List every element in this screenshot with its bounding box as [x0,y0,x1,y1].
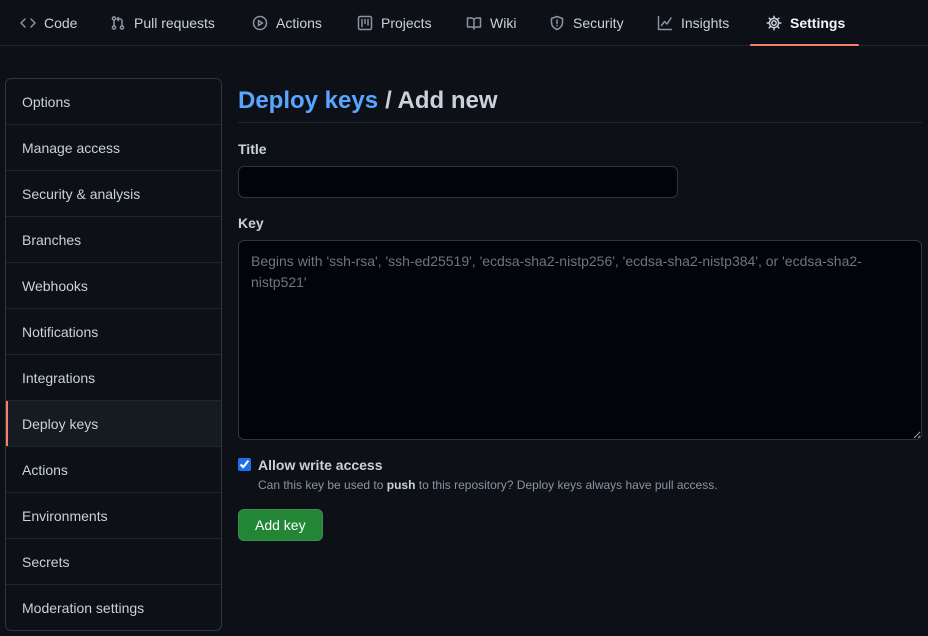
key-label: Key [238,215,264,231]
tab-label: Actions [276,15,322,31]
tab-label: Projects [381,15,432,31]
book-icon [466,17,482,30]
play-icon [252,15,268,31]
page-title-suffix: / Add new [385,87,498,114]
shield-icon [550,15,564,31]
title-label: Title [238,141,267,157]
sidebar-item-manage-access[interactable]: Manage access [6,124,221,170]
allow-write-checkbox[interactable] [238,458,251,471]
pull-request-icon [111,16,125,30]
tab-projects[interactable]: Projects [349,0,440,46]
sidebar-item-security-analysis[interactable]: Security & analysis [6,170,221,216]
tab-label: Settings [790,15,846,31]
graph-icon [657,15,673,31]
sidebar-item-branches[interactable]: Branches [6,216,221,262]
tab-security[interactable]: Security [541,0,632,46]
page-title: Deploy keys / Add new [238,78,922,123]
tab-wiki[interactable]: Wiki [458,0,524,46]
key-textarea[interactable] [238,240,922,440]
sidebar-item-actions[interactable]: Actions [6,446,221,492]
code-icon [20,18,36,28]
sidebar-item-notifications[interactable]: Notifications [6,308,221,354]
sidebar-item-deploy-keys[interactable]: Deploy keys [6,400,221,446]
sidebar-item-webhooks[interactable]: Webhooks [6,262,221,308]
sidebar-item-options[interactable]: Options [6,79,221,124]
note-text-end: to this repository? Deploy keys always h… [415,478,718,492]
tab-label: Insights [681,15,730,31]
settings-sidebar: Options Manage access Security & analysi… [5,78,222,631]
sidebar-item-environments[interactable]: Environments [6,492,221,538]
write-access-note: Can this key be used to push to this rep… [258,478,718,492]
tab-label: Security [573,15,624,31]
tab-settings[interactable]: Settings [750,0,859,46]
sidebar-item-moderation-settings[interactable]: Moderation settings [6,584,221,630]
tab-label: Wiki [490,15,517,31]
add-key-button[interactable]: Add key [238,509,323,541]
tab-insights[interactable]: Insights [649,0,737,46]
note-push: push [386,478,416,492]
tab-label: Code [44,15,78,31]
tab-code[interactable]: Code [12,0,85,46]
title-input[interactable] [238,166,678,198]
project-icon [357,15,373,31]
tab-label: Pull requests [134,15,215,31]
sidebar-item-integrations[interactable]: Integrations [6,354,221,400]
deploy-keys-link[interactable]: Deploy keys [238,87,378,115]
tab-pull-requests[interactable]: Pull requests [102,0,223,46]
deploy-key-form: Deploy keys / Add new Title Key Allow wr… [238,78,922,541]
tab-actions[interactable]: Actions [244,0,330,46]
repo-nav: Code Pull requests Actions Projects Wiki… [0,0,928,46]
gear-icon [766,15,782,31]
sidebar-item-secrets[interactable]: Secrets [6,538,221,584]
allow-write-label[interactable]: Allow write access [258,457,383,473]
note-text: Can this key be used to [258,478,387,492]
